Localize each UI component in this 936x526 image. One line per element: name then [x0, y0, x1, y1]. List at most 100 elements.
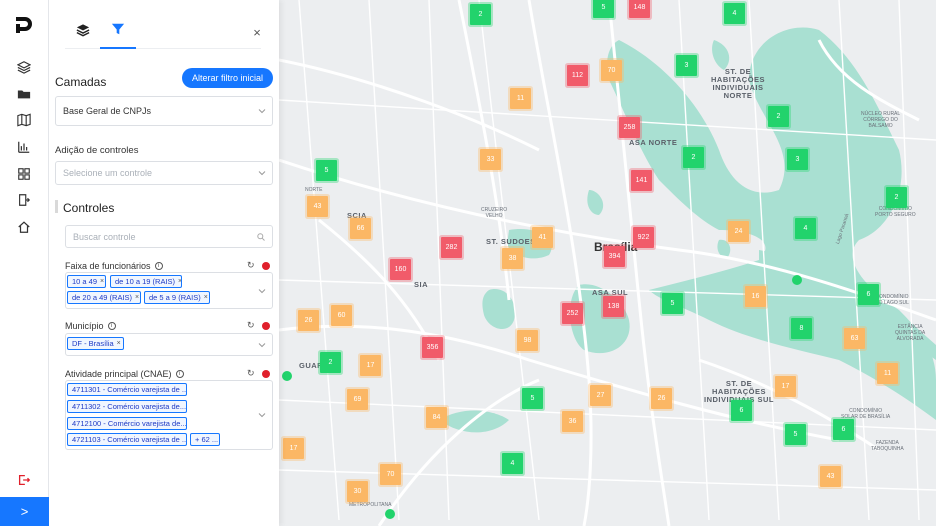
cluster-marker[interactable]: 3	[787, 149, 808, 170]
municipio-select[interactable]: DF - Brasília ×	[65, 333, 273, 356]
cluster-marker[interactable]: 11	[877, 363, 898, 384]
point-marker[interactable]	[385, 509, 395, 519]
cluster-marker[interactable]: 98	[517, 330, 538, 351]
reload-icon[interactable]: ↻	[247, 261, 256, 270]
cluster-marker[interactable]: 16	[745, 286, 766, 307]
cluster-marker[interactable]: 38	[502, 248, 523, 269]
cluster-marker[interactable]: 70	[601, 60, 622, 81]
close-icon[interactable]: ×	[204, 294, 208, 301]
remove-control-icon[interactable]	[262, 262, 270, 270]
filter-tag[interactable]: 4712100 - Comércio varejista de...	[67, 417, 187, 430]
expand-panel-button[interactable]: >	[0, 497, 49, 526]
cluster-marker[interactable]: 84	[426, 407, 447, 428]
reset-filter-button[interactable]: Alterar filtro inicial	[182, 68, 273, 88]
reload-icon[interactable]: ↻	[247, 321, 256, 330]
reload-icon[interactable]: ↻	[247, 369, 256, 378]
cluster-marker[interactable]: 148	[629, 0, 650, 18]
cluster-marker[interactable]: 70	[380, 464, 401, 485]
cluster-marker[interactable]: 356	[422, 337, 443, 358]
info-icon[interactable]: i	[175, 370, 184, 378]
cluster-marker[interactable]: 60	[331, 305, 352, 326]
cluster-marker[interactable]: 252	[562, 303, 583, 324]
cluster-marker[interactable]: 922	[633, 227, 654, 248]
cluster-marker[interactable]: 17	[283, 438, 304, 459]
cnae-select[interactable]: 4711301 - Comércio varejista de ... 4711…	[65, 380, 273, 450]
cluster-marker[interactable]: 6	[858, 284, 879, 305]
cluster-marker[interactable]: 3	[676, 55, 697, 76]
map-canvas[interactable]: ST. DE HABITAÇÕES INDIVIDUAIS NORTE ASA NOR…	[279, 0, 936, 526]
close-icon[interactable]: ×	[117, 340, 121, 347]
home-icon[interactable]	[17, 220, 31, 234]
filter-tag[interactable]: 4711301 - Comércio varejista de ...	[67, 383, 187, 396]
cluster-marker[interactable]: 112	[567, 65, 588, 86]
cluster-marker[interactable]: 2	[320, 352, 341, 373]
cluster-marker[interactable]: 5	[593, 0, 614, 18]
logout-icon[interactable]	[17, 473, 31, 487]
cluster-marker[interactable]: 5	[316, 160, 337, 181]
cluster-marker[interactable]: 258	[619, 117, 640, 138]
cluster-marker[interactable]: 63	[844, 328, 865, 349]
cluster-marker[interactable]: 30	[347, 481, 368, 502]
layers-icon[interactable]	[17, 60, 31, 74]
cluster-marker[interactable]: 36	[562, 411, 583, 432]
cluster-marker[interactable]: 394	[604, 246, 625, 267]
info-icon[interactable]: i	[107, 322, 116, 330]
app-logo[interactable]	[14, 15, 34, 35]
cluster-marker[interactable]: 8	[791, 318, 812, 339]
cluster-marker[interactable]: 43	[820, 466, 841, 487]
cluster-marker[interactable]: 66	[350, 218, 371, 239]
close-icon[interactable]: ×	[178, 278, 181, 285]
cluster-marker[interactable]: 33	[480, 149, 501, 170]
filter-tag[interactable]: DF - Brasília ×	[67, 337, 124, 350]
cluster-marker[interactable]: 17	[775, 376, 796, 397]
cluster-marker[interactable]: 26	[651, 388, 672, 409]
cluster-marker[interactable]: 141	[631, 170, 652, 191]
bar-chart-icon[interactable]	[17, 140, 31, 154]
export-icon[interactable]	[17, 193, 31, 207]
grid-icon[interactable]	[17, 167, 31, 181]
cluster-marker[interactable]: 2	[886, 187, 907, 208]
cluster-marker[interactable]: 4	[502, 453, 523, 474]
cluster-marker[interactable]: 5	[522, 388, 543, 409]
cluster-marker[interactable]: 2	[683, 147, 704, 168]
filter-tag[interactable]: 4721103 - Comércio varejista de ...	[67, 433, 187, 446]
cluster-marker[interactable]: 17	[360, 355, 381, 376]
filter-tag[interactable]: de 10 a 19 (RAIS) ×	[110, 275, 182, 288]
control-search-input[interactable]: Buscar controle	[65, 225, 273, 248]
cluster-marker[interactable]: 5	[662, 293, 683, 314]
map-icon[interactable]	[17, 113, 31, 127]
filter-tag[interactable]: de 5 a 9 (RAIS) ×	[144, 291, 210, 304]
cluster-marker[interactable]: 4	[724, 3, 745, 24]
cluster-marker[interactable]: 2	[470, 4, 491, 25]
cluster-marker[interactable]: 160	[390, 259, 411, 280]
cluster-marker[interactable]: 27	[590, 385, 611, 406]
filter-tag[interactable]: de 20 a 49 (RAIS) ×	[67, 291, 141, 304]
cluster-marker[interactable]: 41	[532, 227, 553, 248]
cluster-marker[interactable]: 11	[510, 88, 531, 109]
cluster-marker[interactable]: 6	[731, 400, 752, 421]
filter-tag[interactable]: 4711302 - Comércio varejista de...	[67, 400, 187, 413]
cluster-marker[interactable]: 26	[298, 310, 319, 331]
close-icon[interactable]: ×	[135, 294, 139, 301]
close-icon[interactable]: ×	[100, 278, 104, 285]
more-tags-badge[interactable]: + 62 ...	[190, 433, 220, 446]
remove-control-icon[interactable]	[262, 322, 270, 330]
layer-select[interactable]: Base Geral de CNPJs	[55, 96, 273, 126]
cluster-marker[interactable]: 24	[728, 221, 749, 242]
remove-control-icon[interactable]	[262, 370, 270, 378]
tab-filters[interactable]	[100, 10, 136, 49]
cluster-marker[interactable]: 5	[785, 424, 806, 445]
cluster-marker[interactable]: 2	[768, 106, 789, 127]
close-icon[interactable]: ×	[250, 26, 264, 40]
employees-select[interactable]: 10 a 49 × de 10 a 19 (RAIS) × de 20 a 49 (…	[65, 272, 273, 309]
tab-layers[interactable]	[65, 10, 101, 49]
folder-icon[interactable]	[17, 87, 31, 101]
cluster-marker[interactable]: 6	[833, 419, 854, 440]
point-marker[interactable]	[282, 371, 292, 381]
cluster-marker[interactable]: 43	[307, 196, 328, 217]
add-control-select[interactable]: Selecione um controle	[55, 161, 273, 185]
point-marker[interactable]	[792, 275, 802, 285]
cluster-marker[interactable]: 138	[603, 296, 624, 317]
cluster-marker[interactable]: 69	[347, 389, 368, 410]
cluster-marker[interactable]: 282	[441, 237, 462, 258]
